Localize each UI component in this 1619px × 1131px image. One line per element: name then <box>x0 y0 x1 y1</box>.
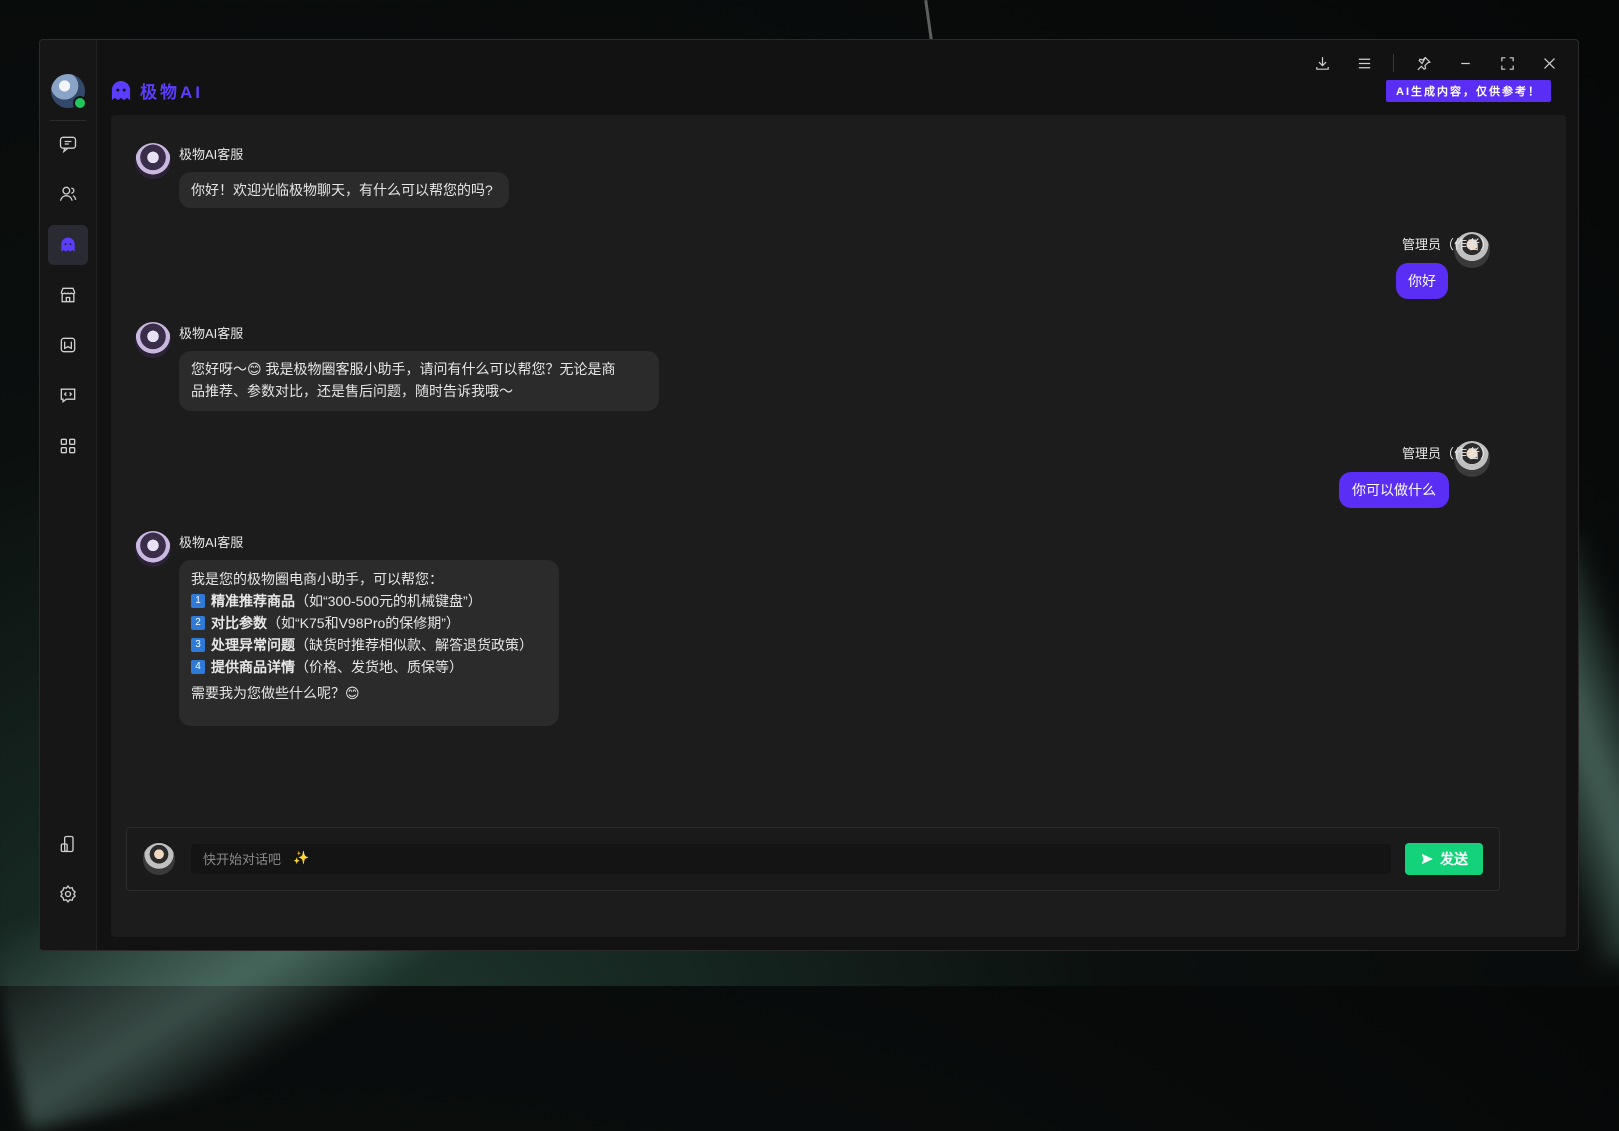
list-item: 4 提供商品详情 （价格、发货地、质保等） <box>191 656 547 678</box>
message-text: 品推荐、参数对比，还是售后问题，随时告诉我哦～ <box>191 383 513 399</box>
number-badge: 2 <box>191 616 205 630</box>
message-outro: 需要我为您做些什么呢？😊 <box>191 685 360 701</box>
message-text: 你可以做什么 <box>1352 482 1436 498</box>
minimize-button[interactable] <box>1446 48 1484 78</box>
device-icon <box>60 835 74 853</box>
pin-button[interactable] <box>1404 48 1442 78</box>
bot-avatar[interactable] <box>135 322 171 358</box>
sidebar-item-ai[interactable] <box>48 225 88 265</box>
contacts-icon <box>59 186 77 201</box>
sidebar-item-settings[interactable] <box>48 874 88 914</box>
message-sender: 极物AI客服 <box>179 535 244 550</box>
message-sender: 管理员（作者） <box>1401 237 1493 252</box>
book-icon <box>60 337 76 353</box>
download-icon <box>1315 56 1329 70</box>
list-item-detail: （缺货时推荐相似款、解答退货政策） <box>295 637 533 653</box>
message-bubble: 我是您的极物圈电商小助手，可以帮您： 1 精准推荐商品 （如“300-500元的机… <box>179 560 559 726</box>
sidebar-divider <box>50 120 86 121</box>
sidebar-item-contacts[interactable] <box>48 174 88 214</box>
number-badge: 3 <box>191 638 205 652</box>
list-item-title: 对比参数 <box>211 615 267 631</box>
gear-icon <box>60 885 76 903</box>
sidebar-item-book[interactable] <box>48 325 88 365</box>
apps-grid-icon <box>60 438 76 454</box>
sidebar-item-device[interactable] <box>48 824 88 864</box>
ai-disclaimer-badge: AI生成内容，仅供参考！ <box>1386 80 1551 102</box>
close-button[interactable] <box>1530 48 1568 78</box>
controls-divider <box>1393 54 1394 72</box>
message-sender: 管理员（作者） <box>1401 446 1493 461</box>
send-label: 发送 <box>1440 851 1468 867</box>
list-item-title: 处理异常问题 <box>211 637 295 653</box>
list-item-detail: （如“300-500元的机械键盘”） <box>295 593 482 609</box>
composer: ✨ 发送 <box>126 827 1500 891</box>
sidebar-item-chat[interactable] <box>48 124 88 164</box>
message-text: 您好呀～😊 我是极物圈客服小助手，请问有什么可以帮您？无论是商 <box>191 361 616 377</box>
title-bar: 极物AI AI生成内容，仅供参考！ <box>96 40 1578 112</box>
list-item: 3 处理异常问题 （缺货时推荐相似款、解答退货政策） <box>191 634 547 656</box>
ai-ghost-icon <box>111 80 131 100</box>
store-icon <box>60 287 76 303</box>
user-avatar[interactable] <box>51 74 87 110</box>
sidebar-item-code[interactable] <box>48 375 88 415</box>
minimize-icon <box>1460 62 1470 64</box>
message-text: 你好 <box>1408 273 1436 289</box>
close-icon <box>1543 57 1555 69</box>
sparkle-icon: ✨ <box>293 850 310 865</box>
send-icon <box>1421 853 1433 865</box>
message-bubble: 你好 <box>1396 263 1448 299</box>
message-bubble: 你好！欢迎光临极物聊天，有什么可以帮您的吗? <box>179 172 509 208</box>
window-controls <box>1303 48 1568 78</box>
send-button[interactable]: 发送 <box>1405 843 1483 875</box>
message-intro: 我是您的极物圈电商小助手，可以帮您： <box>191 571 443 587</box>
number-badge: 4 <box>191 660 205 674</box>
sidebar <box>40 40 97 950</box>
list-item: 1 精准推荐商品 （如“300-500元的机械键盘”） <box>191 590 547 612</box>
list-item-detail: （如“K75和V98Pro的保修期”） <box>267 615 460 631</box>
bot-avatar[interactable] <box>135 531 171 567</box>
sidebar-item-apps[interactable] <box>48 426 88 466</box>
brand-title: 极物AI <box>140 83 203 102</box>
online-status-dot <box>73 96 87 110</box>
menu-button[interactable] <box>1345 48 1383 78</box>
message-sender: 极物AI客服 <box>179 147 244 162</box>
download-button[interactable] <box>1303 48 1341 78</box>
pin-icon <box>1416 56 1431 70</box>
hamburger-icon <box>1358 58 1370 68</box>
bot-avatar[interactable] <box>135 143 171 179</box>
list-item-title: 精准推荐商品 <box>211 593 295 609</box>
ai-ghost-icon <box>61 237 75 252</box>
message-bubble: 您好呀～😊 我是极物圈客服小助手，请问有什么可以帮您？无论是商 品推荐、参数对比… <box>179 351 659 411</box>
fullscreen-icon <box>1500 56 1514 70</box>
list-item-title: 提供商品详情 <box>211 659 295 675</box>
code-chat-icon <box>60 388 76 403</box>
list-item: 2 对比参数 （如“K75和V98Pro的保修期”） <box>191 612 547 634</box>
composer-avatar <box>143 843 175 875</box>
brand: 极物AI <box>110 78 203 103</box>
message-input[interactable] <box>191 844 1391 874</box>
app-window: 极物AI AI生成内容，仅供参考！ 极物AI客服 你好！欢迎光临极物聊天，有什么… <box>39 39 1579 951</box>
sidebar-item-store[interactable] <box>48 275 88 315</box>
message-bubble: 你可以做什么 <box>1339 472 1449 508</box>
message-sender: 极物AI客服 <box>179 326 244 341</box>
chat-icon <box>59 136 77 154</box>
maximize-button[interactable] <box>1488 48 1526 78</box>
message-text: 你好！欢迎光临极物聊天，有什么可以帮您的吗? <box>191 182 493 198</box>
number-badge: 1 <box>191 594 205 608</box>
list-item-detail: （价格、发货地、质保等） <box>295 659 463 675</box>
chat-panel: 极物AI客服 你好！欢迎光临极物聊天，有什么可以帮您的吗? 管理员（作者） 你好… <box>111 115 1566 937</box>
